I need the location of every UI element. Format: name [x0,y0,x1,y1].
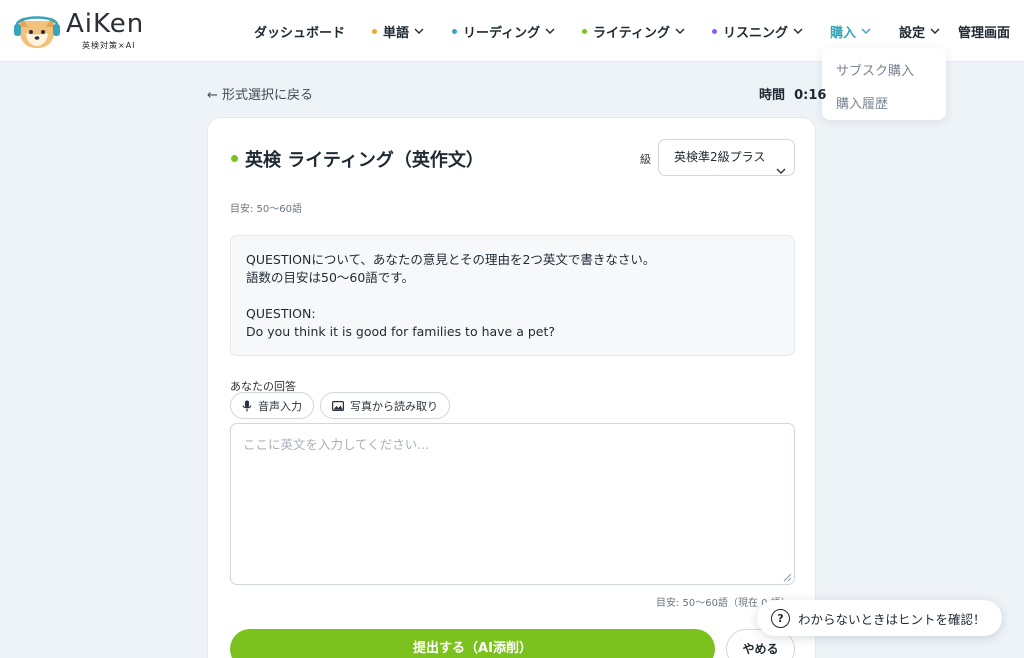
writing-dot-icon [582,28,587,34]
nav-writing-label: ライティング [593,25,670,41]
question-mark-icon: ? [771,608,790,628]
nav-writing[interactable]: ライティング [582,0,685,62]
logo-subtitle: 英検対策×AI [82,41,136,50]
writing-card: 英検 ライティング（英作文） 級 英検準2級プラス 目安: 50〜60語 QUE… [207,117,816,658]
hint-button[interactable]: ? わからないときはヒントを確認！ [757,600,1002,636]
question-line: QUESTION: [246,306,316,321]
nav-admin-label: 管理画面 [958,25,1011,41]
nav-vocabulary-label: 単語 [383,25,410,41]
nav-listening[interactable]: リスニング [712,0,803,62]
question-box: QUESTIONについて、あなたの意見とその理由を2つ英文で書きなさい。 語数の… [230,235,795,356]
nav-settings-label: 設定 [899,25,926,41]
submit-button[interactable]: 提出する（AI添削） [230,629,715,658]
nav-reading[interactable]: リーディング [452,0,555,62]
photo-input-label: 写真から読み取り [350,399,438,413]
level-select-value: 英検準2級プラス [674,150,766,164]
chevron-down-icon [545,27,555,35]
hint-label: わからないときはヒントを確認！ [798,611,986,627]
logo-text: AiKen [66,9,145,39]
timer: 時間 0:16 [759,84,826,103]
nav-purchase-label: 購入 [830,25,857,41]
level-label: 級 [640,153,651,166]
level-select[interactable]: 英検準2級プラス [658,139,795,176]
writing-dot-icon [231,155,238,162]
nav-reading-label: リーディング [463,25,541,41]
shiba-dog-logo-icon [14,16,60,48]
page-title: 英検 ライティング（英作文） [245,150,484,171]
chevron-down-icon [930,27,940,35]
nav-admin[interactable]: 管理画面 [958,0,1010,62]
answer-placeholder: ここに英文を入力してください... [243,437,430,452]
nav-dashboard[interactable]: ダッシュボード [254,0,345,62]
timer-label: 時間 [759,88,786,103]
word-guide: 目安: 50〜60語 [230,204,302,215]
back-to-format-link[interactable]: ← 形式選択に戻る [207,84,313,103]
chevron-down-icon [793,27,803,35]
question-line: QUESTIONについて、あなたの意見とその理由を2つ英文で書きなさい。 [246,252,656,267]
listening-dot-icon [712,28,717,34]
answer-textarea[interactable]: ここに英文を入力してください... [230,423,795,585]
chevron-down-icon [861,27,871,35]
resize-handle-icon[interactable] [783,573,792,582]
voice-input-label: 音声入力 [258,399,302,413]
image-icon [332,400,344,411]
nav-vocabulary[interactable]: 単語 [372,0,424,62]
menu-item-subscription[interactable]: サブスク購入 [836,60,914,79]
logo[interactable]: AiKen 英検対策×AI [14,9,154,53]
question-spacer [246,287,779,305]
reading-dot-icon [452,28,457,34]
chevron-down-icon [675,27,685,35]
question-line: Do you think it is good for families to … [246,324,556,339]
voice-input-button[interactable]: 音声入力 [230,392,314,419]
nav-dashboard-label: ダッシュボード [254,25,346,41]
nav-listening-label: リスニング [723,25,789,41]
purchase-dropdown-menu: サブスク購入 購入履歴 [822,48,946,120]
menu-item-purchase-history[interactable]: 購入履歴 [836,93,888,112]
photo-input-button[interactable]: 写真から読み取り [320,392,450,419]
chevron-down-icon [414,27,424,35]
timer-value: 0:16 [794,88,827,103]
question-line: 語数の目安は50〜60語です。 [246,270,415,285]
microphone-icon [242,400,252,411]
chevron-down-icon [776,154,786,189]
vocabulary-dot-icon [372,28,377,34]
